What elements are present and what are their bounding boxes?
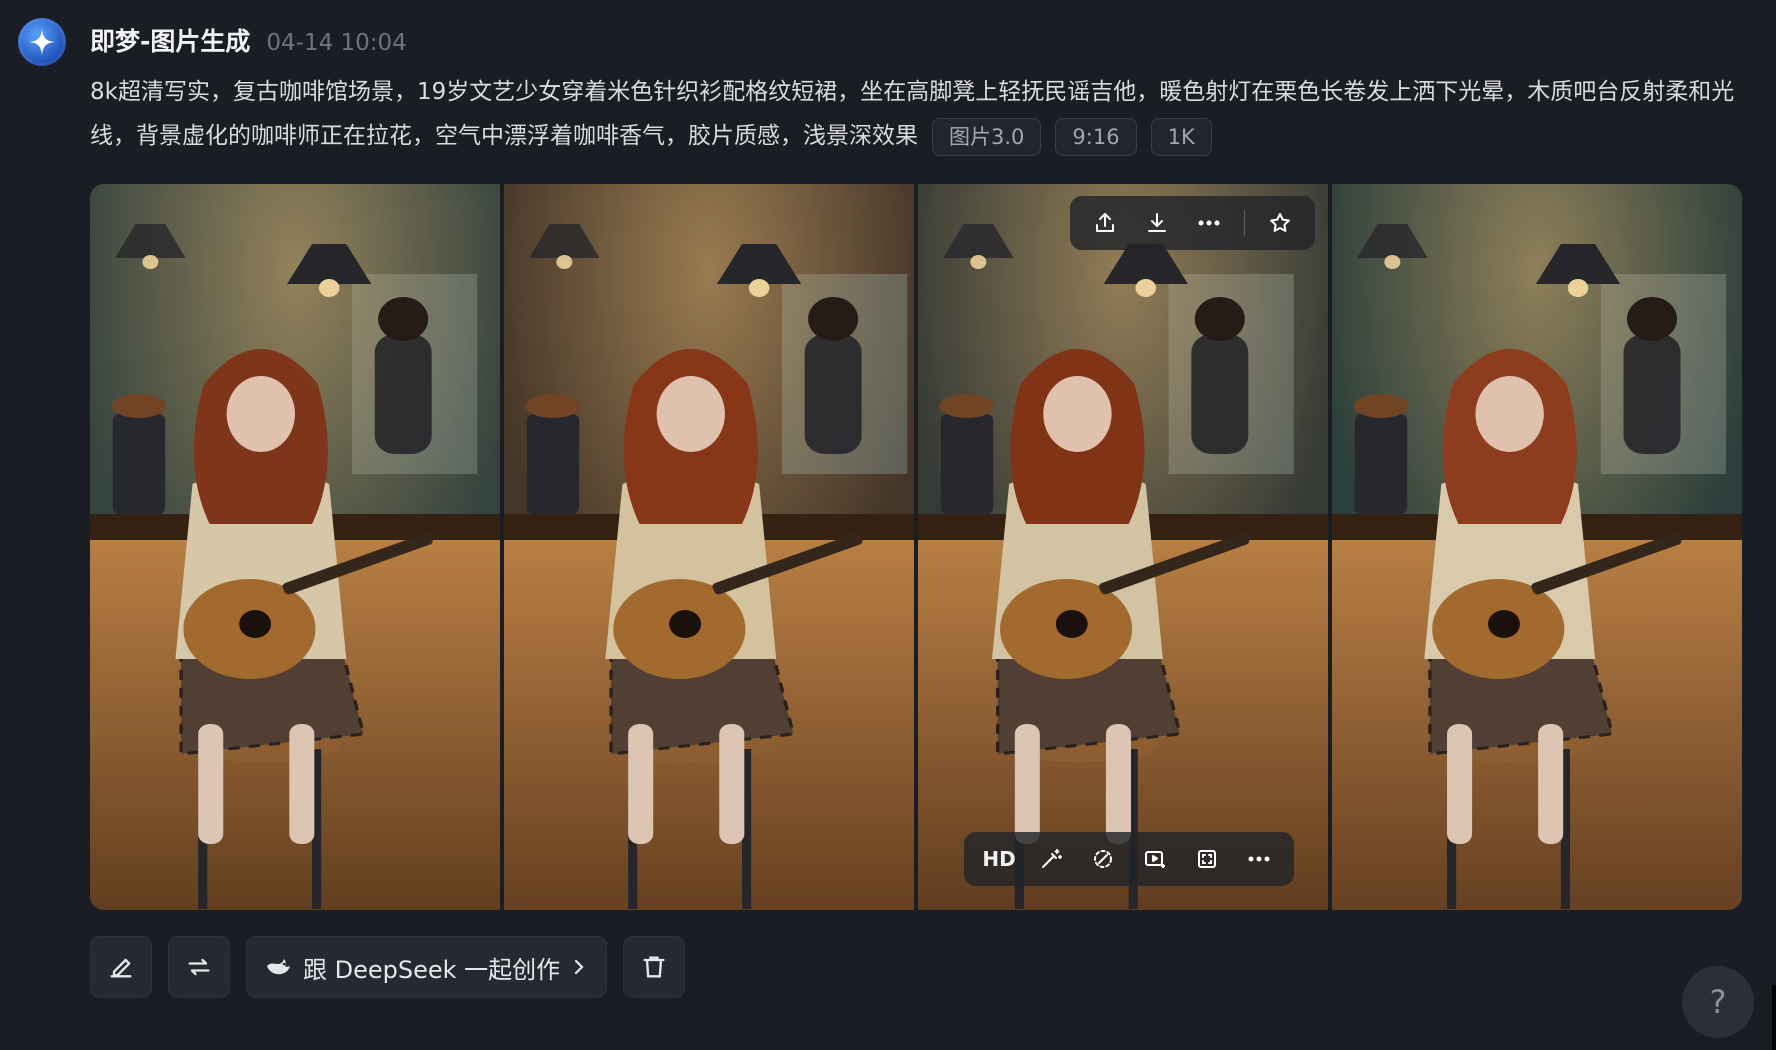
regenerate-button[interactable] — [168, 936, 230, 998]
more-button-bottom[interactable] — [1236, 836, 1282, 882]
aspect-ratio-tag[interactable]: 9:16 — [1055, 117, 1137, 156]
help-button[interactable]: ? — [1682, 966, 1754, 1038]
favorite-button[interactable] — [1257, 200, 1303, 246]
deepseek-icon — [267, 959, 290, 975]
cafe-scene-illustration — [90, 184, 500, 910]
resolution-tag[interactable]: 1K — [1150, 117, 1212, 156]
delete-button[interactable] — [623, 936, 686, 998]
generated-image-1[interactable] — [90, 184, 500, 910]
model-tag[interactable]: 图片3.0 — [932, 117, 1042, 156]
message-header: 即梦-图片生成 04-14 10:04 — [90, 22, 407, 58]
download-icon — [1148, 213, 1166, 232]
video-icon — [1145, 851, 1165, 868]
magic-wand-icon — [1042, 849, 1062, 868]
image-bottom-toolbar: HD — [964, 832, 1294, 886]
download-button[interactable] — [1134, 200, 1180, 246]
retouch-button[interactable] — [1028, 836, 1074, 882]
generated-image-2[interactable] — [504, 184, 914, 910]
share-button[interactable] — [1082, 200, 1128, 246]
cafe-scene-illustration — [1332, 184, 1742, 910]
deepseek-create-label: 跟 DeepSeek 一起创作 — [303, 955, 561, 984]
app-title: 即梦-图片生成 — [90, 27, 251, 56]
cafe-scene-illustration — [918, 184, 1328, 910]
scrollbar-edge — [1772, 985, 1776, 1050]
erase-button[interactable] — [1080, 836, 1126, 882]
regenerate-icon — [188, 958, 210, 976]
to-video-button[interactable] — [1132, 836, 1178, 882]
message-timestamp: 04-14 10:04 — [266, 30, 407, 56]
prompt-text: 8k超清写实，复古咖啡馆场景，19岁文艺少女穿着米色针织衫配格纹短裙，坐在高脚凳… — [90, 79, 1735, 149]
expand-icon — [1198, 850, 1216, 868]
share-icon — [1096, 213, 1114, 232]
star-icon — [1270, 213, 1290, 232]
image-gallery: HD — [90, 184, 1742, 910]
app-avatar[interactable] — [18, 18, 66, 66]
toolbar-divider — [1244, 210, 1245, 236]
help-label: ? — [1709, 983, 1727, 1021]
cafe-scene-illustration — [504, 184, 914, 910]
more-icon — [1248, 856, 1270, 862]
message-actions: 跟 DeepSeek 一起创作 — [90, 936, 686, 998]
expand-button[interactable] — [1184, 836, 1230, 882]
more-icon — [1198, 220, 1220, 226]
more-button[interactable] — [1186, 200, 1232, 246]
hd-label: HD — [982, 847, 1016, 871]
hd-upscale-button[interactable]: HD — [976, 836, 1022, 882]
trash-icon — [643, 956, 665, 978]
generated-image-4[interactable] — [1332, 184, 1742, 910]
eraser-icon — [1094, 850, 1112, 868]
image-top-toolbar — [1070, 196, 1315, 250]
sparkle-icon — [29, 29, 55, 55]
deepseek-create-button[interactable]: 跟 DeepSeek 一起创作 — [246, 936, 608, 998]
edit-icon — [110, 958, 132, 978]
prompt-text-block: 8k超清写实，复古咖啡馆场景，19岁文艺少女穿着米色针织衫配格纹短裙，坐在高脚凳… — [90, 70, 1740, 158]
generated-image-3[interactable]: HD — [918, 184, 1328, 910]
edit-button[interactable] — [90, 936, 152, 998]
chevron-right-icon — [575, 959, 584, 975]
